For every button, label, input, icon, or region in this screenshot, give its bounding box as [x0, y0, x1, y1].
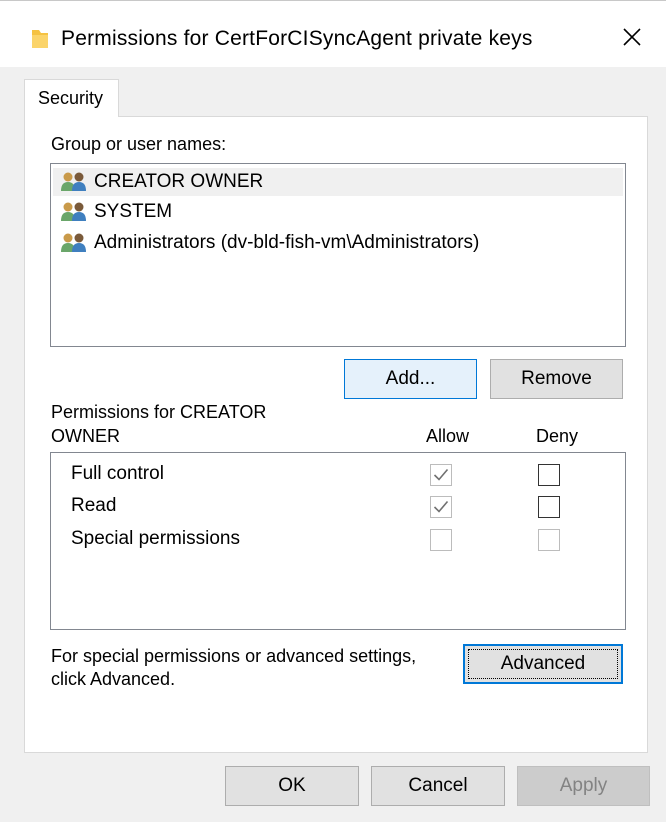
permissions-for-label-line1: Permissions for CREATOR	[51, 402, 267, 422]
deny-special-checkbox[interactable]	[538, 529, 560, 551]
list-item-creator-owner[interactable]: CREATOR OWNER	[53, 168, 623, 196]
allow-column-header: Allow	[426, 426, 470, 446]
permission-row-special: Special permissions	[51, 525, 625, 555]
allow-read-checkbox[interactable]	[430, 496, 452, 518]
permission-name: Read	[71, 495, 117, 516]
permissions-list: Full control Read Special permissions	[50, 452, 626, 630]
title-bar[interactable]: Permissions for CertForCISyncAgent priva…	[0, 1, 666, 67]
advanced-hint-line2: click Advanced.	[51, 669, 176, 689]
user-name: SYSTEM	[94, 201, 173, 222]
list-item-system[interactable]: SYSTEM	[53, 198, 623, 226]
window-title: Permissions for CertForCISyncAgent priva…	[61, 27, 533, 50]
deny-column-header: Deny	[536, 426, 579, 446]
allow-special-checkbox[interactable]	[430, 529, 452, 551]
tab-security[interactable]: Security	[24, 79, 119, 117]
permissions-dialog: Permissions for CertForCISyncAgent priva…	[0, 0, 666, 822]
apply-button[interactable]: Apply	[517, 766, 650, 806]
permission-name: Special permissions	[71, 528, 240, 549]
advanced-button[interactable]: Advanced	[463, 644, 623, 684]
permission-name: Full control	[71, 463, 164, 484]
cancel-button[interactable]: Cancel	[371, 766, 505, 806]
permission-row-full-control: Full control	[51, 460, 625, 490]
close-icon	[622, 27, 642, 52]
advanced-hint-line1: For special permissions or advanced sett…	[51, 646, 417, 666]
allow-full-control-checkbox[interactable]	[430, 464, 452, 486]
checkmark-icon	[433, 468, 449, 481]
users-group-icon	[60, 171, 90, 193]
folder-icon	[30, 27, 50, 51]
deny-read-checkbox[interactable]	[538, 496, 560, 518]
tab-security-label: Security	[38, 88, 104, 108]
permissions-for-label-line2: OWNER	[51, 426, 120, 446]
permission-row-read: Read	[51, 492, 625, 522]
close-button[interactable]	[610, 21, 654, 57]
deny-full-control-checkbox[interactable]	[538, 464, 560, 486]
user-list[interactable]: CREATOR OWNER SYSTEM Administrators (dv-…	[50, 163, 626, 347]
add-button[interactable]: Add...	[344, 359, 477, 399]
ok-button[interactable]: OK	[225, 766, 359, 806]
focus-rectangle	[468, 649, 618, 679]
user-name: CREATOR OWNER	[94, 171, 264, 192]
list-item-administrators[interactable]: Administrators (dv-bld-fish-vm\Administr…	[53, 229, 623, 257]
users-group-icon	[60, 201, 90, 223]
group-names-label: Group or user names:	[51, 134, 227, 154]
users-group-icon	[60, 232, 90, 254]
remove-button[interactable]: Remove	[490, 359, 623, 399]
user-name: Administrators (dv-bld-fish-vm\Administr…	[94, 232, 480, 253]
checkmark-icon	[433, 500, 449, 513]
